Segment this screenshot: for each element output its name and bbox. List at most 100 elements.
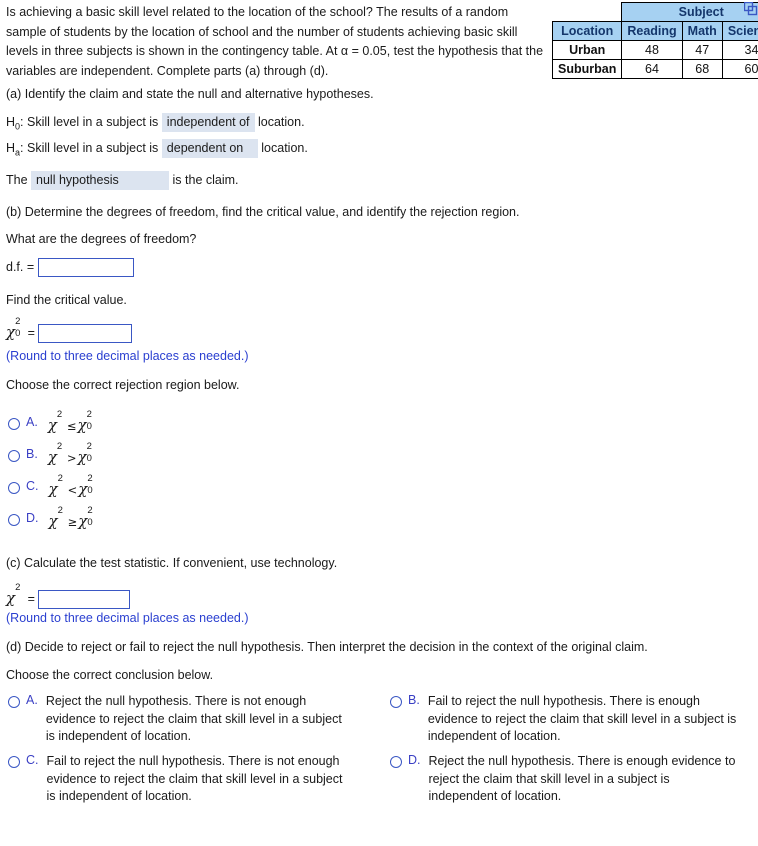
chi-subscript: 0 <box>15 328 21 339</box>
h0-label: H <box>6 115 16 129</box>
chi-rhs: χ <box>78 480 88 498</box>
conclusion-option-a[interactable]: A. Reject the null hypothesis. There is … <box>8 693 373 746</box>
h0-prefix: : Skill level in a subject is <box>20 115 159 129</box>
radio-circle-icon[interactable] <box>8 696 20 708</box>
radio-circle-icon[interactable] <box>390 756 402 768</box>
chi-lhs: χ <box>47 416 57 434</box>
ha-suffix: location. <box>261 141 308 155</box>
table-col-science: Science <box>721 21 758 41</box>
table-group-header: Subject <box>621 2 758 22</box>
chi-rhs-supsub: 20 <box>87 473 96 496</box>
option-text: Reject the null hypothesis. There is not… <box>45 694 342 743</box>
test-statistic-input[interactable] <box>38 590 131 610</box>
table-corner-blank <box>552 2 622 22</box>
h0-choice-dropdown[interactable]: independent of <box>161 113 255 132</box>
radio-circle-icon[interactable] <box>8 756 20 768</box>
ha-prefix: : Skill level in a subject is <box>20 141 159 155</box>
radio-circle-icon[interactable] <box>8 482 20 494</box>
option-expression: χ 2 <χ 2 0 <box>48 473 97 500</box>
ha-choice-dropdown[interactable]: dependent on <box>161 139 258 158</box>
claim-suffix: is the claim. <box>172 173 239 187</box>
chi-lhs-supsub: 2 <box>57 441 66 462</box>
test-statistic-row: χ2 = <box>6 582 131 610</box>
table-row-label-urban: Urban <box>551 40 623 60</box>
chi-rhs-subscript: 0 <box>87 517 93 528</box>
chi-superscript: 2 <box>15 582 21 593</box>
option-expression: χ 2 >χ 2 0 <box>47 441 96 468</box>
critical-value-row: χ20 = <box>6 316 133 344</box>
chi-rhs-subscript: 0 <box>87 485 93 496</box>
chi-rhs-supsub: 20 <box>87 409 96 432</box>
option-letter: C. <box>26 753 39 767</box>
critical-value-input[interactable] <box>38 324 133 344</box>
critical-value-round-hint: (Round to three decimal places as needed… <box>6 349 249 363</box>
test-statistic-round-hint: (Round to three decimal places as needed… <box>6 611 249 625</box>
claim-prefix: The <box>6 173 28 187</box>
radio-circle-icon[interactable] <box>8 514 20 526</box>
conclusion-option-c[interactable]: C. Fail to reject the null hypothesis. T… <box>8 753 373 806</box>
chi-rhs-subscript: 0 <box>86 453 92 464</box>
part-d-prompt: (d) Decide to reject or fail to reject t… <box>6 640 648 654</box>
radio-circle-icon[interactable] <box>8 418 20 430</box>
critical-value-prompt: Find the critical value. <box>6 293 127 307</box>
part-b-prompt: (b) Determine the degrees of freedom, fi… <box>6 205 520 219</box>
chi-lhs-supsub: 2 <box>58 505 67 526</box>
chi-lhs-superscript: 2 <box>57 505 63 516</box>
chi-rhs: χ <box>77 416 87 434</box>
table-col-math: Math <box>681 21 723 41</box>
option-text: Reject the null hypothesis. There is eno… <box>428 754 736 803</box>
chi-rhs-subscript: 0 <box>86 421 92 432</box>
cell-urban-reading: 48 <box>621 40 683 60</box>
option-letter: C. <box>26 479 39 493</box>
rejection-option-a[interactable]: A. χ 2 ≤χ 2 0 <box>8 409 96 436</box>
df-input[interactable] <box>37 258 134 277</box>
chi-lhs: χ <box>47 448 57 466</box>
option-letter: B. <box>26 447 38 461</box>
cell-suburban-reading: 64 <box>621 59 683 79</box>
table-row: Urban 48 47 34 <box>551 40 758 60</box>
chi-symbol: χ <box>6 323 16 341</box>
table-col-reading: Reading <box>621 21 683 41</box>
chi-lhs: χ <box>48 480 58 498</box>
radio-circle-icon[interactable] <box>390 696 402 708</box>
cell-suburban-math: 68 <box>681 59 723 79</box>
chi-rhs: χ <box>78 512 88 530</box>
option-letter: D. <box>26 511 39 525</box>
copy-to-spreadsheet-icon[interactable] <box>743 1 758 16</box>
chi-rhs: χ <box>77 448 87 466</box>
critical-equals: = <box>27 326 35 340</box>
chi-supsub: 2 <box>15 582 24 603</box>
conclusion-prompt: Choose the correct conclusion below. <box>6 668 214 682</box>
cell-suburban-science: 60 <box>721 59 758 79</box>
conclusion-option-b[interactable]: B. Fail to reject the null hypothesis. T… <box>390 693 755 746</box>
chi-lhs-supsub: 2 <box>58 473 67 494</box>
rejection-option-c[interactable]: C. χ 2 <χ 2 0 <box>8 473 97 500</box>
rejection-option-b[interactable]: B. χ 2 >χ 2 0 <box>8 441 96 468</box>
null-hypothesis-row: H0: Skill level in a subject is independ… <box>6 113 305 136</box>
table-group-header-row: Subject <box>552 2 758 22</box>
rejection-region-prompt: Choose the correct rejection region belo… <box>6 378 240 392</box>
relation-symbol: ≤ <box>66 419 77 433</box>
claim-choice-dropdown[interactable]: null hypothesis <box>31 171 170 190</box>
rejection-option-d[interactable]: D. χ 2 ≥χ 2 0 <box>8 505 97 532</box>
df-label: d.f. = <box>6 259 35 274</box>
relation-symbol: < <box>67 483 78 497</box>
h0-suffix: location. <box>258 115 305 129</box>
chi-lhs-supsub: 2 <box>57 409 66 430</box>
conclusion-option-d[interactable]: D. Reject the null hypothesis. There is … <box>390 753 755 806</box>
problem-page: Is achieving a basic skill level related… <box>0 0 758 846</box>
option-expression: χ 2 ≥χ 2 0 <box>49 505 97 532</box>
option-letter: B. <box>408 693 420 707</box>
option-text: Fail to reject the null hypothesis. Ther… <box>427 694 737 743</box>
part-c-prompt: (c) Calculate the test statistic. If con… <box>6 556 338 570</box>
table-corner-label: Location <box>551 21 623 41</box>
table-column-header-row: Location Reading Math Science <box>551 21 758 41</box>
radio-circle-icon[interactable] <box>8 450 20 462</box>
option-letter: D. <box>408 753 421 767</box>
relation-symbol: ≥ <box>67 515 78 529</box>
chi-lhs-superscript: 2 <box>57 473 63 484</box>
test-statistic-equals: = <box>27 592 35 606</box>
option-text: Fail to reject the null hypothesis. Ther… <box>46 754 343 803</box>
table-row-label-suburban: Suburban <box>551 59 623 79</box>
chi-symbol: χ <box>6 589 16 607</box>
